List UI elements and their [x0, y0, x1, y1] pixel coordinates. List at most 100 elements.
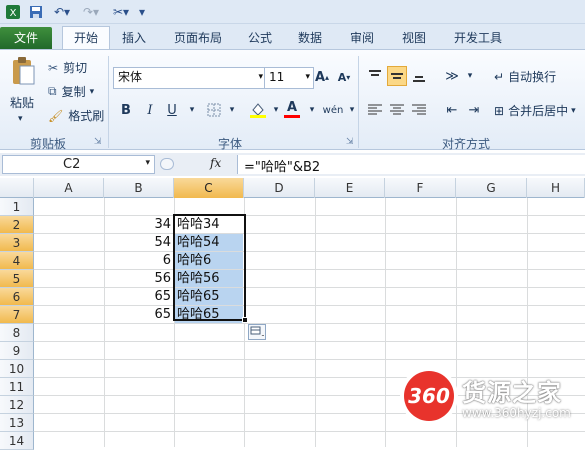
grow-font-icon[interactable]: A ▴ — [312, 67, 332, 87]
cell-b4[interactable]: 6 — [105, 252, 173, 270]
merge-center-button[interactable]: ⊞ 合并后居中 ▾ — [494, 102, 576, 119]
font-name-combo[interactable]: 宋体 ▾ — [113, 67, 267, 89]
row-header-selected[interactable]: 6 — [0, 288, 34, 306]
paintbrush-icon: 🖌 — [48, 108, 64, 123]
excel-app-icon[interactable]: X — [4, 3, 22, 20]
cell-b7[interactable]: 65 — [105, 306, 173, 324]
font-launcher-icon[interactable]: ⇲ — [346, 137, 354, 147]
orientation-dropdown-icon[interactable]: ▾ — [460, 66, 480, 86]
shrink-font-icon[interactable]: A ▾ — [334, 67, 354, 87]
redo-icon[interactable]: ↷▾ — [80, 3, 102, 20]
fill-handle[interactable] — [242, 317, 248, 323]
row-header[interactable]: 13 — [0, 414, 34, 432]
clipboard-launcher-icon[interactable]: ⇲ — [94, 137, 102, 147]
paste-button[interactable]: 粘贴 — [10, 94, 34, 111]
chevron-down-icon: ▾ — [258, 72, 263, 82]
tools-icon[interactable]: ✂▾ — [110, 3, 132, 20]
undo-icon[interactable]: ↶▾ — [50, 3, 74, 20]
row-header-selected[interactable]: 3 — [0, 234, 34, 252]
italic-button[interactable]: I — [140, 100, 160, 120]
watermark-brand: 货源之家 — [462, 379, 562, 407]
column-header[interactable]: G — [456, 178, 527, 198]
merge-icon: ⊞ — [494, 103, 505, 118]
column-header[interactable]: F — [385, 178, 456, 198]
font-color-button[interactable]: A — [282, 98, 302, 120]
column-header[interactable]: D — [244, 178, 315, 198]
ribbon: 粘贴 ▾ ✂ 剪切 ⧉ 复制 ▾ 🖌 格式刷 剪贴板 ⇲ 宋体 ▾ 11 ▾ A ▴ A ▾ B… — [0, 49, 585, 151]
font-size-combo[interactable]: 11 ▾ — [264, 67, 314, 89]
column-header[interactable]: H — [527, 178, 585, 198]
column-header[interactable]: E — [315, 178, 385, 198]
save-icon[interactable] — [28, 3, 44, 20]
tab-review[interactable]: 审阅 — [342, 28, 382, 49]
select-all-corner[interactable] — [0, 178, 34, 198]
insert-function-button[interactable]: fx — [210, 156, 221, 170]
cell-b2[interactable]: 34 — [105, 216, 173, 234]
row-header[interactable]: 1 — [0, 198, 34, 216]
row-header-selected[interactable]: 4 — [0, 252, 34, 270]
row-header[interactable]: 8 — [0, 324, 34, 342]
font-color-glyph: A — [286, 99, 298, 115]
name-box[interactable]: C2 ▾ — [2, 155, 155, 174]
row-header[interactable]: 11 — [0, 378, 34, 396]
align-right-icon[interactable] — [409, 100, 429, 120]
formula-bar-splitter[interactable] — [160, 158, 174, 170]
font-group-label: 字体 — [217, 137, 242, 151]
formula-input[interactable]: ="哈哈"&B2 — [237, 155, 585, 175]
wrap-text-icon: ↵ — [494, 69, 505, 84]
align-bottom-icon[interactable] — [409, 66, 429, 86]
phonetic-dropdown-icon[interactable]: ▾ — [342, 100, 362, 120]
cell-b6[interactable]: 65 — [105, 288, 173, 306]
cut-button[interactable]: ✂ 剪切 — [48, 59, 87, 76]
grid-line — [34, 341, 585, 342]
row-header[interactable]: 14 — [0, 432, 34, 450]
tab-data[interactable]: 数据 — [290, 28, 330, 49]
underline-dropdown-icon[interactable]: ▾ — [182, 100, 202, 120]
cell-b5[interactable]: 56 — [105, 270, 173, 288]
increase-indent-icon[interactable]: ⇥ — [464, 100, 484, 120]
auto-fill-options-icon[interactable]: + — [248, 324, 266, 340]
align-left-icon[interactable] — [365, 100, 385, 120]
column-header[interactable]: B — [104, 178, 174, 198]
paste-dropdown-icon[interactable]: ▾ — [18, 114, 23, 124]
grid-line — [34, 359, 585, 360]
tab-home[interactable]: 开始 — [62, 26, 110, 51]
cell-b3[interactable]: 54 — [105, 234, 173, 252]
align-center-icon[interactable] — [387, 100, 407, 120]
row-header[interactable]: 9 — [0, 342, 34, 360]
clipboard-group-label: 剪贴板 — [29, 137, 66, 151]
copy-button[interactable]: ⧉ 复制 ▾ — [48, 83, 94, 100]
format-painter-button[interactable]: 🖌 格式刷 — [48, 107, 104, 124]
borders-icon[interactable] — [204, 100, 224, 120]
font-color-dropdown-icon[interactable]: ▾ — [302, 100, 322, 120]
copy-icon: ⧉ — [48, 84, 57, 98]
scissors-icon: ✂ — [48, 60, 59, 75]
underline-button[interactable]: U — [162, 100, 182, 120]
bold-button[interactable]: B — [116, 100, 136, 120]
svg-text:X: X — [10, 8, 17, 19]
row-header-selected[interactable]: 5 — [0, 270, 34, 288]
row-header[interactable]: 12 — [0, 396, 34, 414]
fill-color-icon[interactable] — [248, 100, 268, 120]
decrease-indent-icon[interactable]: ⇤ — [442, 100, 462, 120]
tab-page-layout[interactable]: 页面布局 — [166, 28, 230, 49]
align-middle-icon[interactable] — [387, 66, 407, 86]
wrap-text-button[interactable]: ↵ 自动换行 — [494, 68, 556, 85]
borders-dropdown-icon[interactable]: ▾ — [222, 100, 242, 120]
tab-insert[interactable]: 插入 — [114, 28, 154, 49]
tab-developer[interactable]: 开发工具 — [446, 28, 510, 49]
row-header-selected[interactable]: 7 — [0, 306, 34, 324]
customize-toolbar-icon[interactable]: ▾ — [136, 3, 148, 20]
paste-icon[interactable] — [6, 56, 40, 86]
align-top-icon[interactable] — [365, 66, 385, 86]
text-orientation-icon[interactable]: ≫ — [442, 66, 462, 86]
column-header-selected[interactable]: C — [174, 178, 244, 198]
tab-file[interactable]: 文件 — [0, 27, 52, 49]
phonetic-guide-icon[interactable]: wén — [322, 100, 344, 120]
column-header[interactable]: A — [34, 178, 104, 198]
row-header-selected[interactable]: 2 — [0, 216, 34, 234]
tab-formulas[interactable]: 公式 — [240, 28, 280, 49]
row-header[interactable]: 10 — [0, 360, 34, 378]
formula-bar: C2 ▾ fx ="哈哈"&B2 — [0, 153, 585, 176]
tab-view[interactable]: 视图 — [394, 28, 434, 49]
